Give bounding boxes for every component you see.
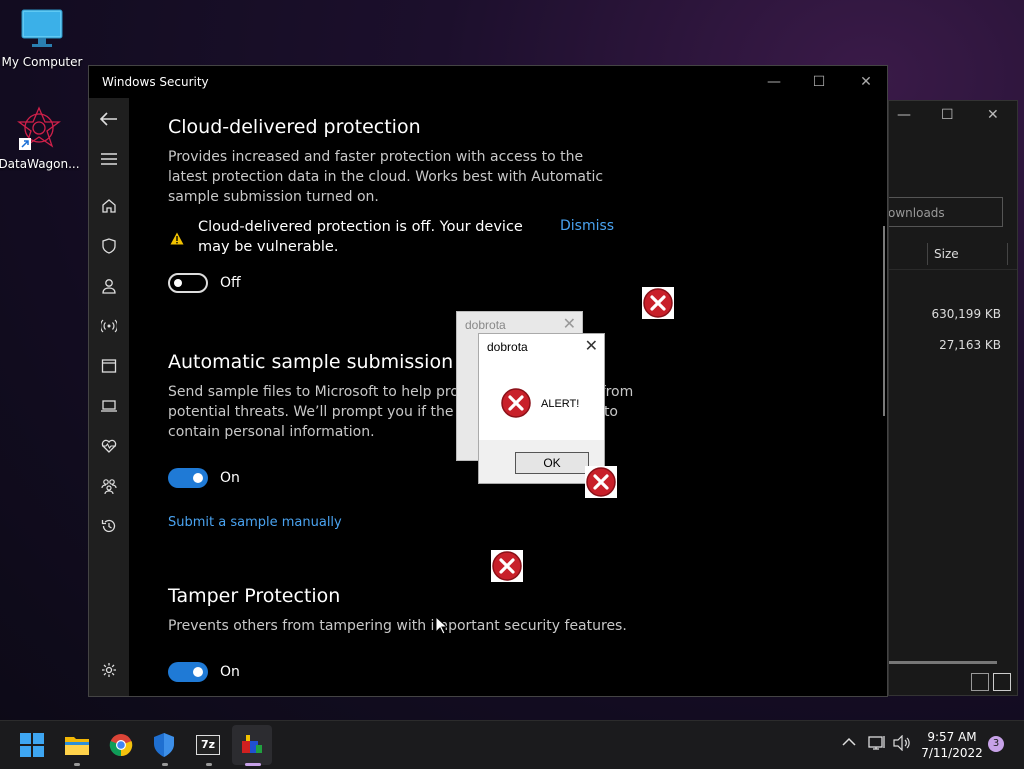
- mouse-cursor-icon: [435, 616, 447, 635]
- start-windows-icon[interactable]: [16, 729, 48, 761]
- settings-gear-icon[interactable]: [89, 655, 129, 685]
- monitor-icon: [21, 9, 63, 47]
- search-input[interactable]: ownloads: [889, 197, 1003, 227]
- toggle-state-label: On: [220, 664, 240, 680]
- datawagon-icon: [17, 106, 61, 150]
- hamburger-menu-icon[interactable]: [89, 144, 129, 174]
- vertical-scrollbar[interactable]: [883, 226, 885, 416]
- explorer-window[interactable]: — ☐ ✕ ownloads Size 630,199 KB 27,163 KB: [888, 100, 1018, 696]
- section-description-cloud: Provides increased and faster protection…: [168, 149, 604, 205]
- error-icon: [491, 550, 523, 582]
- clock-date: 7/11/2022: [921, 746, 983, 760]
- section-title-sample: Automatic sample submission: [168, 351, 454, 373]
- taskbar: 7z 9:57 AM 7/11/2022 3: [0, 720, 1024, 769]
- dialog-title: dobrota: [487, 340, 528, 354]
- 7zip-icon[interactable]: 7z: [192, 729, 224, 761]
- close-icon[interactable]: ✕: [987, 107, 999, 123]
- windows-security-shield-icon[interactable]: [148, 729, 180, 761]
- column-header: Size: [889, 239, 1017, 270]
- error-icon: [501, 388, 531, 418]
- home-icon[interactable]: [89, 191, 129, 221]
- column-header-size[interactable]: Size: [934, 247, 959, 261]
- back-arrow-icon[interactable]: [89, 104, 129, 134]
- desktop-icon-my-computer[interactable]: My Computer: [0, 8, 84, 69]
- running-indicator: [162, 763, 168, 766]
- submit-sample-link[interactable]: Submit a sample manually: [168, 515, 342, 530]
- window-title: Windows Security: [102, 75, 209, 89]
- close-icon[interactable]: ✕: [585, 336, 598, 356]
- file-size: 27,163 KB: [939, 338, 1001, 352]
- minimize-icon[interactable]: —: [897, 107, 911, 123]
- warning-message: Cloud-delivered protection is off. Your …: [198, 219, 523, 255]
- section-description-tamper: Prevents others from tampering with impo…: [168, 618, 627, 634]
- section-title-cloud: Cloud-delivered protection: [168, 116, 421, 138]
- toggle-state-label: On: [220, 470, 240, 486]
- minimize-icon[interactable]: —: [759, 70, 789, 94]
- chrome-icon[interactable]: [105, 729, 137, 761]
- desktop-icon-label: DataWagon...: [0, 157, 80, 171]
- ok-button[interactable]: OK: [515, 452, 589, 474]
- details-view-icon[interactable]: [971, 673, 989, 691]
- active-indicator: [245, 763, 261, 766]
- close-icon[interactable]: ✕: [851, 70, 881, 94]
- dialog-title: dobrota: [465, 318, 506, 332]
- section-title-tamper: Tamper Protection: [168, 585, 341, 607]
- dismiss-link[interactable]: Dismiss: [560, 218, 614, 234]
- file-explorer-icon[interactable]: [61, 729, 93, 761]
- file-size: 630,199 KB: [931, 307, 1001, 321]
- account-icon[interactable]: [89, 271, 129, 301]
- toggle-state-label: Off: [220, 275, 241, 291]
- volume-icon[interactable]: [893, 734, 911, 755]
- toggle-knob: [174, 279, 182, 287]
- history-icon[interactable]: [89, 511, 129, 541]
- error-icon: [642, 287, 674, 319]
- toggle-knob: [193, 667, 203, 677]
- close-icon[interactable]: ✕: [563, 314, 576, 334]
- horizontal-scrollbar[interactable]: [889, 661, 997, 664]
- toggle-knob: [193, 473, 203, 483]
- cloud-protection-toggle[interactable]: [168, 273, 208, 293]
- desktop-icon-datawagon[interactable]: DataWagon...: [0, 104, 81, 171]
- clock-time: 9:57 AM: [927, 730, 977, 744]
- maximize-icon[interactable]: ☐: [941, 107, 954, 123]
- device-security-icon[interactable]: [89, 391, 129, 421]
- shield-icon[interactable]: [89, 231, 129, 261]
- warning-icon: [170, 230, 184, 249]
- notification-badge[interactable]: 3: [988, 736, 1004, 752]
- running-indicator: [206, 763, 212, 766]
- family-options-icon[interactable]: [89, 471, 129, 501]
- error-icon: [585, 466, 617, 498]
- app-browser-icon[interactable]: [89, 351, 129, 381]
- column-separator[interactable]: [927, 243, 928, 265]
- chevron-up-icon[interactable]: [842, 735, 856, 751]
- tamper-protection-toggle[interactable]: [168, 662, 208, 682]
- maximize-icon[interactable]: ☐: [804, 70, 834, 94]
- column-separator[interactable]: [1007, 243, 1008, 265]
- device-health-icon[interactable]: [89, 431, 129, 461]
- network-display-icon[interactable]: [868, 735, 886, 755]
- large-icons-view-icon[interactable]: [993, 673, 1011, 691]
- sidebar-nav: [89, 98, 129, 696]
- alert-message: ALERT!: [541, 398, 580, 410]
- running-indicator: [74, 763, 80, 766]
- explorer-titlebar: — ☐ ✕: [889, 101, 1017, 133]
- alert-dialog[interactable]: dobrota ✕ ALERT! OK: [478, 333, 605, 484]
- dobrota-app-icon[interactable]: [236, 729, 268, 761]
- sample-submission-toggle[interactable]: [168, 468, 208, 488]
- clock[interactable]: 9:57 AM 7/11/2022: [918, 729, 986, 761]
- network-icon[interactable]: [89, 311, 129, 341]
- desktop-icon-label: My Computer: [1, 55, 83, 69]
